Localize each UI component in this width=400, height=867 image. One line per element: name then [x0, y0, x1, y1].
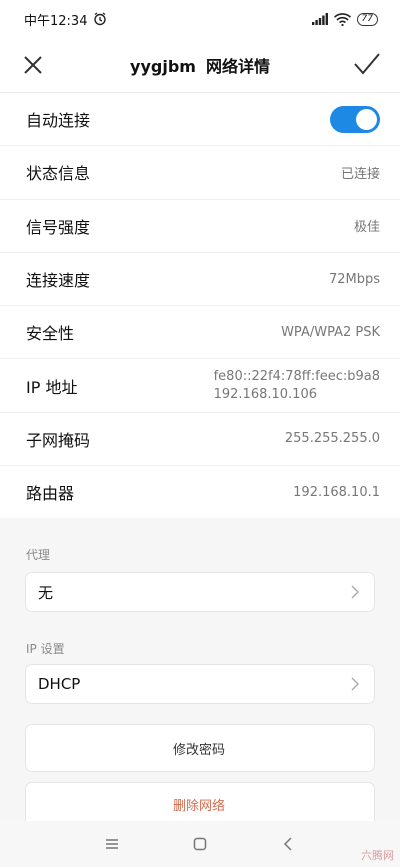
- ip-settings-section-label: IP 设置: [26, 642, 65, 656]
- row-label: 连接速度: [26, 271, 91, 291]
- status-time: 中午12:34: [24, 13, 88, 29]
- change-password-label: 修改密码: [172, 742, 225, 758]
- row-value: 已连接: [340, 166, 380, 182]
- battery-indicator: 77: [356, 12, 378, 26]
- row-label: IP 地址: [26, 377, 78, 397]
- page-title: yygjbm 网络详情: [130, 53, 270, 77]
- row-value: 255.255.255.0: [284, 431, 380, 447]
- row-link-speed: 连接速度 72Mbps: [0, 253, 400, 307]
- proxy-section-label: 代理: [26, 548, 51, 562]
- system-nav-bar: [0, 821, 400, 867]
- change-password-button[interactable]: 修改密码: [25, 724, 375, 772]
- menu-icon[interactable]: [103, 835, 121, 853]
- wifi-icon: [333, 12, 351, 26]
- auto-connect-toggle[interactable]: [330, 105, 380, 133]
- home-icon[interactable]: [191, 835, 209, 853]
- back-icon[interactable]: [279, 835, 297, 853]
- row-security: 安全性 WPA/WPA2 PSK: [0, 306, 400, 360]
- ipv6-address: fe80::22f4:78ff:feec:b9a8: [213, 368, 380, 384]
- row-label: 自动连接: [26, 111, 91, 131]
- proxy-value: 无: [38, 583, 54, 602]
- row-auto-connect: 自动连接: [0, 93, 400, 147]
- confirm-check-icon[interactable]: [352, 50, 382, 78]
- delete-network-button[interactable]: 删除网络: [25, 782, 375, 826]
- chevron-right-icon: [351, 585, 359, 599]
- row-ip-address: IP 地址 fe80::22f4:78ff:feec:b9a8 192.168.…: [0, 359, 400, 413]
- ipv4-address: 192.168.10.106: [213, 386, 317, 402]
- row-label: 子网掩码: [26, 430, 91, 450]
- row-status: 状态信息 已连接: [0, 146, 400, 200]
- ip-address-values: fe80::22f4:78ff:feec:b9a8 192.168.10.106: [214, 368, 380, 404]
- page-title-text: 网络详情: [205, 57, 270, 76]
- cellular-signal-icon: [311, 13, 328, 25]
- network-ssid: yygjbm: [130, 57, 196, 76]
- proxy-selector[interactable]: 无: [25, 572, 375, 612]
- row-subnet-mask: 子网掩码 255.255.255.0: [0, 413, 400, 467]
- row-value: 极佳: [353, 220, 380, 236]
- toggle-knob: [356, 108, 377, 130]
- ip-settings-selector[interactable]: DHCP: [25, 664, 375, 704]
- ip-settings-value: DHCP: [38, 675, 81, 693]
- row-value: WPA/WPA2 PSK: [281, 324, 380, 340]
- row-value: 72Mbps: [328, 271, 380, 287]
- row-router: 路由器 192.168.10.1: [0, 466, 400, 518]
- delete-network-label: 删除网络: [172, 798, 225, 814]
- row-value: 192.168.10.1: [293, 484, 380, 500]
- watermark: 六腾网: [361, 849, 394, 862]
- close-icon[interactable]: [20, 52, 46, 78]
- row-signal-strength: 信号强度 极佳: [0, 200, 400, 253]
- row-label: 路由器: [26, 484, 75, 504]
- row-label: 状态信息: [26, 164, 91, 184]
- chevron-right-icon: [351, 677, 359, 691]
- title-bar: yygjbm 网络详情: [0, 38, 400, 93]
- row-label: 安全性: [26, 324, 75, 344]
- row-label: 信号强度: [26, 217, 91, 237]
- status-bar: 中午12:34 77: [0, 0, 400, 38]
- alarm-icon: [94, 12, 107, 26]
- network-detail-list: 自动连接 状态信息 已连接 信号强度 极佳 连接速度 72Mbps 安全性 WP…: [0, 93, 400, 519]
